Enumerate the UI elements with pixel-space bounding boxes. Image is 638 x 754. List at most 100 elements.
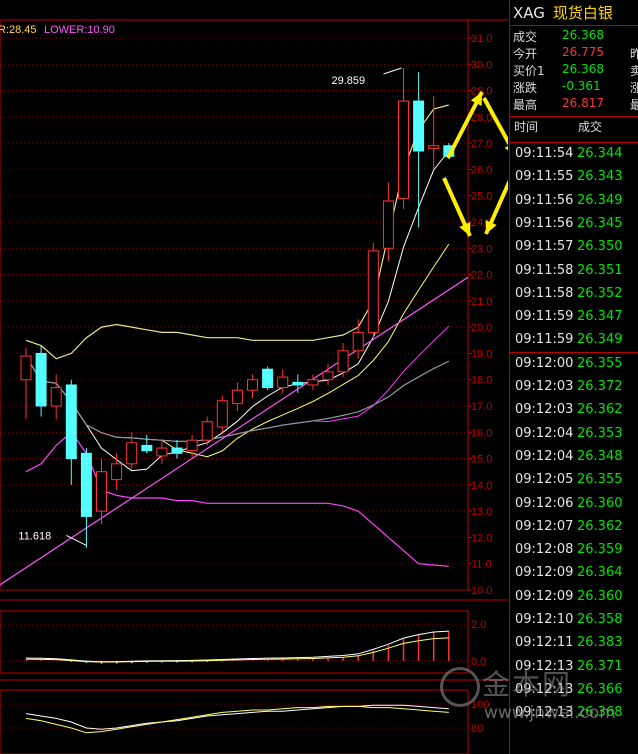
- candle[interactable]: [50, 374, 62, 420]
- osc-line: [25, 704, 449, 730]
- tick-row: 09:12:04 26.353: [510, 423, 638, 446]
- candle[interactable]: [186, 434, 198, 459]
- tick-row: 09:12:07 26.362: [510, 516, 638, 539]
- tick-price: 26.343: [577, 169, 623, 185]
- tick-price: 26.353: [577, 425, 623, 441]
- candle[interactable]: [428, 95, 440, 170]
- candle-body: [262, 368, 274, 389]
- tick-row: 09:12:13 26.368: [510, 702, 638, 725]
- ma10-line: [25, 243, 450, 458]
- tick-row: 09:11:59 26.347: [510, 306, 638, 329]
- extreme-label: 11.618: [18, 530, 51, 542]
- ticks-header-price: 成交: [578, 120, 603, 134]
- tick-price: 26.364: [577, 565, 623, 581]
- candle-body: [35, 352, 47, 407]
- quote-label: 今开: [513, 47, 538, 61]
- tick-row: 09:12:00 26.355: [510, 353, 638, 376]
- candle-body: [292, 381, 304, 386]
- tick-price: 26.362: [577, 518, 623, 534]
- candle[interactable]: [141, 434, 153, 454]
- tick-price: 26.362: [577, 402, 623, 418]
- tick-row: 09:12:11 26.383: [510, 632, 638, 655]
- candle[interactable]: [247, 374, 258, 399]
- tick-time: 09:11:59: [515, 332, 574, 348]
- quote-value: 26.775: [562, 45, 604, 59]
- y-tick-label: 25.0: [471, 191, 492, 203]
- candle-body: [367, 250, 379, 333]
- candle[interactable]: [20, 348, 32, 420]
- candle[interactable]: [80, 448, 92, 548]
- candle[interactable]: [413, 72, 425, 228]
- candle[interactable]: [65, 379, 77, 485]
- tick-time: 09:12:09: [515, 588, 574, 604]
- tick-price: 26.344: [577, 146, 623, 161]
- tick-row: 09:12:09 26.360: [510, 586, 638, 609]
- quote-value: -0.361: [562, 79, 601, 93]
- candle-body: [111, 463, 123, 481]
- candle[interactable]: [231, 382, 243, 412]
- quote-value: 26.368: [562, 28, 604, 42]
- tick-row: 09:11:56 26.349: [510, 190, 638, 213]
- y-tick-label: 15.0: [471, 454, 492, 466]
- main-plot-frame: [0, 19, 469, 591]
- candle-body: [96, 471, 107, 512]
- tick-row: 09:11:54 26.344: [510, 143, 638, 166]
- tick-time: 09:12:09: [515, 565, 574, 581]
- candle-body: [307, 379, 319, 386]
- candle-body: [428, 145, 440, 149]
- tick-row: 09:12:13 26.371: [510, 656, 638, 679]
- candle[interactable]: [216, 395, 228, 433]
- candle-body: [322, 371, 334, 381]
- tick-row: 09:11:57 26.350: [510, 236, 638, 259]
- y-tick-label: 12.0: [471, 532, 492, 544]
- candle[interactable]: [337, 342, 349, 378]
- candle[interactable]: [35, 345, 47, 417]
- candle[interactable]: [96, 458, 107, 525]
- kline-chart[interactable]: 2.00.0 10080 31.030.029.028.027.026.025.…: [0, 0, 508, 754]
- tick-price: 26.345: [577, 215, 623, 231]
- tick-time: 09:12:13: [515, 658, 574, 674]
- instrument-code: XAG: [513, 4, 545, 22]
- macd-dea-line: [25, 637, 449, 663]
- instrument-title: XAG 现货白银: [513, 2, 613, 23]
- y-tick-label: 26.0: [471, 164, 492, 176]
- tick-time: 09:11:56: [515, 215, 574, 231]
- tick-price: 26.351: [577, 262, 623, 278]
- candle-body: [50, 387, 62, 407]
- candle[interactable]: [171, 440, 183, 459]
- tick-time: 09:12:11: [515, 635, 574, 651]
- quote-label: 最高: [513, 98, 538, 112]
- y-tick-label: 10.0: [471, 585, 492, 597]
- candle[interactable]: [352, 319, 364, 359]
- candle[interactable]: [262, 366, 274, 391]
- y-tick-label: 16.0: [471, 427, 492, 439]
- quote-value: 26.817: [562, 96, 604, 110]
- tick-price: 26.368: [577, 705, 623, 721]
- candle-body: [398, 100, 409, 199]
- tick-time: 09:12:13: [515, 681, 574, 697]
- tick-row: 09:11:59 26.349: [510, 329, 638, 352]
- tick-time: 09:11:58: [515, 285, 574, 301]
- arrow-icon: [442, 177, 472, 237]
- tick-row: 09:11:56 26.345: [510, 213, 638, 236]
- candle[interactable]: [201, 416, 213, 446]
- y-tick-label: 18.0: [471, 375, 492, 387]
- tick-price: 26.348: [577, 448, 623, 464]
- candle-body: [201, 421, 213, 441]
- candle[interactable]: [156, 440, 168, 464]
- candle-body: [20, 355, 32, 381]
- y-tick-label: 19.0: [471, 348, 492, 360]
- candle-body: [216, 400, 228, 428]
- osc-tick-label: 100: [471, 699, 489, 711]
- y-tick-label: 13.0: [471, 506, 492, 518]
- tick-time: 09:12:04: [515, 425, 574, 441]
- candle-body: [352, 331, 364, 352]
- y-tick-label: 27.0: [471, 138, 492, 150]
- tick-row: 09:12:09 26.364: [510, 562, 638, 585]
- ma5-line: [25, 150, 450, 472]
- tick-row: 09:12:03 26.372: [510, 376, 638, 399]
- candle[interactable]: [398, 67, 409, 209]
- tick-price: 26.360: [577, 588, 623, 604]
- candle[interactable]: [367, 243, 379, 338]
- candle[interactable]: [292, 374, 304, 393]
